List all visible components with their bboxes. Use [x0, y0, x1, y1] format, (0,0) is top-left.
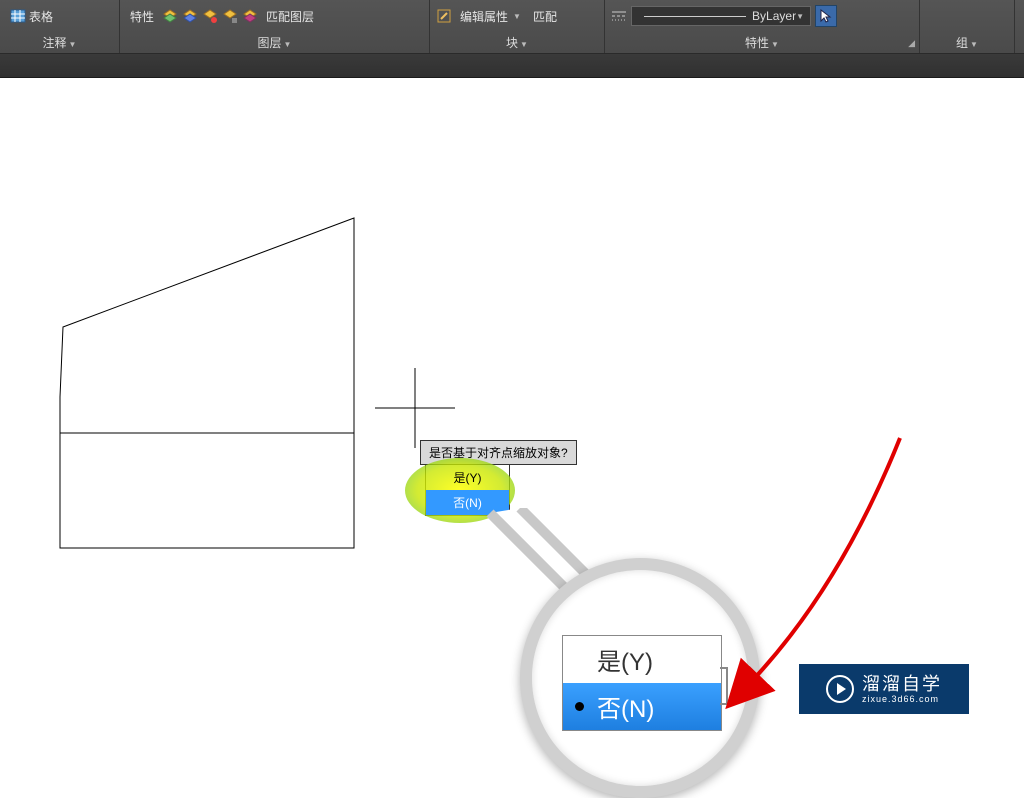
mag-option-no[interactable]: 否(N) [563, 683, 721, 730]
table-label: 表格 [29, 8, 53, 25]
ribbon-lower-strip [0, 54, 1024, 78]
edit-attr-icon[interactable] [436, 8, 452, 24]
panel-properties: ByLayer ▼ 特性▼ ◢ [605, 0, 920, 53]
magnified-options: 是(Y) 否(N) [562, 635, 722, 731]
scale-options-popup: 是(Y) 否(N) [425, 464, 510, 516]
layer-tool-icon-5[interactable] [242, 8, 258, 24]
bylayer-dropdown[interactable]: ByLayer ▼ [631, 6, 811, 26]
layer-tool-icon-4[interactable] [222, 8, 238, 24]
edit-attr-label: 编辑属性 [460, 8, 508, 25]
watermark-text: 溜溜自学 zixue.3d66.com [862, 675, 942, 704]
chevron-down-icon: ▼ [520, 40, 528, 49]
panel-group-title[interactable]: 组▼ [926, 32, 1008, 53]
match-layer-button[interactable]: 匹配图层 [262, 6, 318, 27]
watermark-main: 溜溜自学 [862, 675, 942, 693]
watermark-badge: 溜溜自学 zixue.3d66.com [799, 664, 969, 714]
chevron-down-icon: ▼ [771, 40, 779, 49]
edit-attr-button[interactable]: 编辑属性 ▼ [456, 6, 525, 27]
select-cursor-icon[interactable] [815, 5, 837, 27]
panel-block: 编辑属性 ▼ 匹配 块▼ [430, 0, 605, 53]
match-block-label: 匹配 [533, 8, 557, 25]
chevron-down-icon: ▼ [970, 40, 978, 49]
panel-block-title[interactable]: 块▼ [436, 32, 598, 53]
table-button[interactable]: 表格 [6, 6, 57, 27]
chevron-down-icon: ▼ [513, 12, 521, 21]
panel-annotation-title[interactable]: 注释▼ [6, 32, 113, 53]
scale-prompt: 是否基于对齐点缩放对象? [420, 440, 577, 465]
chevron-down-icon: ▼ [796, 12, 804, 21]
drawing-canvas[interactable]: 是否基于对齐点缩放对象? 是(Y) 否(N) 是(Y) 否(N) 溜溜自学 zi [0, 78, 1024, 768]
linetype-icon[interactable] [611, 8, 627, 24]
option-no[interactable]: 否(N) [426, 490, 509, 515]
panel-annotation: 表格 注释▼ [0, 0, 120, 53]
option-yes[interactable]: 是(Y) [426, 465, 509, 490]
layer-properties-button[interactable]: 特性 [126, 6, 158, 27]
panel-layers-title[interactable]: 图层▼ [126, 32, 423, 53]
panel-layers: 特性 匹配图层 图层▼ [120, 0, 430, 53]
layer-properties-label: 特性 [130, 8, 154, 25]
mag-border-extra [720, 667, 728, 705]
line-sample [644, 16, 746, 17]
chevron-down-icon: ▼ [284, 40, 292, 49]
match-layer-label: 匹配图层 [266, 8, 314, 25]
panel-group: 组▼ [920, 0, 1015, 53]
prompt-text: 是否基于对齐点缩放对象? [429, 446, 568, 460]
play-icon [826, 675, 854, 703]
chevron-down-icon: ▼ [69, 40, 77, 49]
watermark-sub: zixue.3d66.com [862, 695, 942, 704]
ribbon-toolbar: 表格 注释▼ 特性 [0, 0, 1024, 54]
layer-tool-icon-2[interactable] [182, 8, 198, 24]
layer-tool-icon-3[interactable] [202, 8, 218, 24]
layer-tool-icon-1[interactable] [162, 8, 178, 24]
bylayer-label: ByLayer [752, 9, 796, 23]
match-block-button[interactable]: 匹配 [529, 6, 561, 27]
shape-polyline [60, 218, 354, 548]
table-icon [10, 8, 26, 24]
magnifier-callout: 是(Y) 否(N) [520, 558, 760, 798]
panel-expand-icon[interactable]: ◢ [908, 38, 915, 49]
shape-box-bottom [60, 433, 354, 548]
mag-option-yes[interactable]: 是(Y) [563, 636, 721, 683]
panel-properties-title[interactable]: 特性▼ [611, 32, 913, 53]
